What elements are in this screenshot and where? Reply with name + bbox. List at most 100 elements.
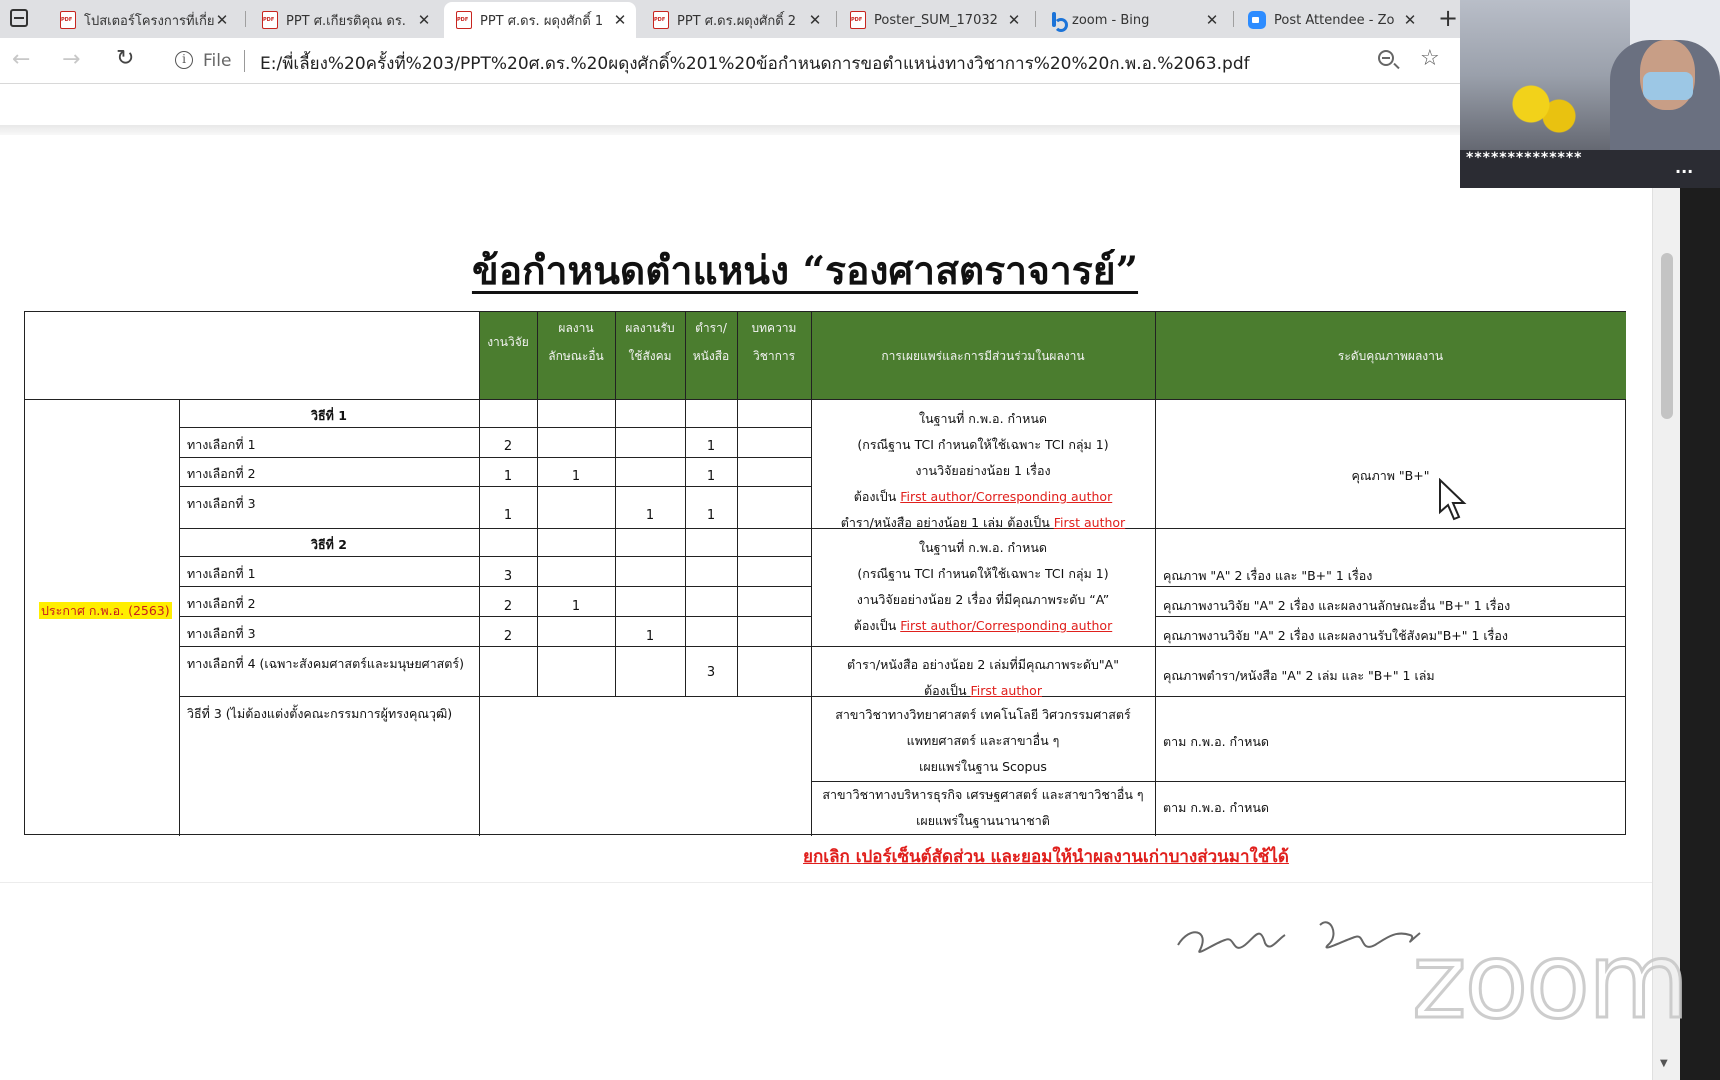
mouse-pointer-icon bbox=[1439, 478, 1467, 521]
table-cell-value: 3 bbox=[706, 665, 716, 680]
method-2-option-1: ทางเลือกที่ 1 bbox=[187, 566, 256, 581]
close-icon[interactable]: ✕ bbox=[612, 11, 628, 29]
table-cell-value: 1 bbox=[571, 469, 581, 484]
participant-name: ************** bbox=[1466, 150, 1583, 166]
header-dissemination: การเผยแพร่และการมีส่วนร่วมในผลงาน bbox=[881, 349, 1085, 363]
tab-strip: โปสเตอร์โครงการที่เกี่ยว ✕ PPT ศ.เกียรติ… bbox=[0, 0, 1460, 38]
table-cell-value: 1 bbox=[571, 599, 581, 614]
grid-line bbox=[179, 457, 811, 459]
address-separator bbox=[244, 50, 245, 72]
method-1-dissemination: ในฐานที่ ก.พ.อ. กำหนด (กรณีฐาน TCI กำหนด… bbox=[840, 411, 1126, 530]
method-1-label: วิธีที่ 1 bbox=[311, 408, 347, 423]
grid-line bbox=[685, 312, 687, 696]
url-field[interactable]: E:/พี่เลี้ยง%20ครั้งที่%203/PPT%20ศ.ดร.%… bbox=[260, 50, 1250, 77]
table-cell-value: 1 bbox=[706, 439, 716, 454]
bing-icon bbox=[1050, 11, 1068, 32]
grid-line bbox=[179, 616, 811, 618]
footer-note: ยกเลิก เปอร์เซ็นต์สัดส่วน และยอมให้นำผลง… bbox=[803, 847, 1289, 867]
forward-arrow-icon[interactable]: → bbox=[62, 47, 80, 72]
grid-line bbox=[179, 427, 811, 429]
method-2-label: วิธีที่ 2 bbox=[311, 537, 347, 552]
header-other-works: ผลงาน ลักษณะอื่น bbox=[548, 321, 604, 363]
method-2-quality-2: คุณภาพงานวิจัย "A" 2 เรื่อง และผลงานลักษ… bbox=[1163, 598, 1511, 613]
table-cell-value: 1 bbox=[706, 508, 716, 523]
tab-title: โปสเตอร์โครงการที่เกี่ยว bbox=[84, 13, 214, 29]
method-2-option-2: ทางเลือกที่ 2 bbox=[187, 596, 256, 611]
method-2-option-3: ทางเลือกที่ 3 bbox=[187, 626, 256, 641]
method-2-dissemination: ในฐานที่ ก.พ.อ. กำหนด (กรณีฐาน TCI กำหนด… bbox=[853, 540, 1113, 633]
back-arrow-icon[interactable]: ← bbox=[12, 47, 30, 72]
tab-pdf-5[interactable]: Poster_SUM_17032 ✕ bbox=[838, 2, 1030, 38]
favorite-star-icon[interactable]: ☆ bbox=[1420, 46, 1440, 71]
tab-pdf-4[interactable]: PPT ศ.ดร.ผดุงศักดิ์ 2 ✕ bbox=[641, 2, 831, 38]
table-cell-value: 1 bbox=[645, 629, 655, 644]
method-1-option-2: ทางเลือกที่ 2 bbox=[187, 466, 256, 481]
method-1-option-3: ทางเลือกที่ 3 bbox=[187, 496, 256, 511]
slide-title: ข้อกำหนดตำแหน่ง “รองศาสตราจารย์” bbox=[471, 248, 1139, 294]
grid-line bbox=[179, 646, 1626, 648]
method-2-quality-4: คุณภาพตำรา/หนังสือ "A" 2 เล่ม และ "B+" 1… bbox=[1163, 668, 1435, 683]
pdf-icon bbox=[456, 11, 472, 29]
table-cell-value: 2 bbox=[503, 439, 513, 454]
zoom-watermark: zoom bbox=[1410, 919, 1690, 1044]
reload-icon[interactable]: ↻ bbox=[116, 46, 134, 71]
scroll-down-arrow-icon[interactable]: ▼ bbox=[1660, 1058, 1668, 1069]
grid-line bbox=[1155, 616, 1626, 618]
tab-separator bbox=[1233, 11, 1234, 27]
pdf-icon bbox=[60, 11, 76, 29]
table-cell-value: 2 bbox=[503, 629, 513, 644]
grid-line bbox=[737, 312, 739, 696]
method-2-quality-3: คุณภาพงานวิจัย "A" 2 เรื่อง และผลงานรับใ… bbox=[1163, 628, 1508, 643]
table-cell-value: 1 bbox=[503, 469, 513, 484]
pdf-icon bbox=[850, 11, 866, 29]
info-icon[interactable]: i bbox=[175, 51, 193, 69]
file-scheme-label[interactable]: File bbox=[203, 51, 231, 71]
header-textbook: ตำรา/หนังสือ bbox=[692, 321, 730, 363]
method-1-quality: คุณภาพ "B+" bbox=[1351, 468, 1430, 483]
grid-line bbox=[179, 586, 811, 588]
more-options-icon[interactable]: ... bbox=[1675, 158, 1693, 177]
zoom-out-icon[interactable] bbox=[1378, 50, 1394, 66]
new-tab-button[interactable]: + bbox=[1438, 4, 1458, 32]
method-2-quality-1: คุณภาพ "A" 2 เรื่อง และ "B+" 1 เรื่อง bbox=[1163, 568, 1373, 583]
header-service-works: ผลงานรับ ใช้สังคม bbox=[625, 321, 675, 363]
tab-actions-icon[interactable] bbox=[10, 9, 28, 27]
close-icon[interactable]: ✕ bbox=[807, 11, 823, 29]
pdf-icon bbox=[262, 11, 278, 29]
tab-zoom[interactable]: Post Attendee - Zo ✕ bbox=[1236, 2, 1426, 38]
method-3-science-fields: สาขาวิชาทางวิทยาศาสตร์ เทคโนโลยี วิศวกรร… bbox=[835, 707, 1131, 774]
grid-line bbox=[615, 312, 617, 696]
tab-bing[interactable]: zoom - Bing ✕ bbox=[1038, 2, 1228, 38]
table-cell-value: 3 bbox=[503, 569, 513, 584]
tab-separator bbox=[1035, 11, 1036, 27]
header-article: บทความ วิชาการ bbox=[751, 321, 797, 363]
author-requirement-link: First author/Corresponding author bbox=[900, 618, 1113, 633]
page-divider bbox=[0, 882, 1652, 883]
tab-pdf-3-active[interactable]: PPT ศ.ดร. ผดุงศักดิ์ 1 ✕ bbox=[444, 2, 636, 38]
close-icon[interactable]: ✕ bbox=[416, 11, 432, 29]
zoom-icon bbox=[1248, 11, 1266, 29]
method-3-quality-science: ตาม ก.พ.อ. กำหนด bbox=[1163, 734, 1270, 749]
participant-video[interactable]: ************** ... bbox=[1460, 0, 1720, 188]
method-3-quality-business: ตาม ก.พ.อ. กำหนด bbox=[1163, 800, 1270, 815]
tab-title: PPT ศ.ดร.ผดุงศักดิ์ 2 bbox=[677, 13, 797, 29]
tab-pdf-2[interactable]: PPT ศ.เกียรติคุณ ดร. ✕ bbox=[250, 2, 440, 38]
table-cell-value: 1 bbox=[503, 508, 513, 523]
close-icon[interactable]: ✕ bbox=[1204, 11, 1220, 29]
grid-line bbox=[479, 312, 481, 836]
close-icon[interactable]: ✕ bbox=[1006, 11, 1022, 29]
grid-line bbox=[179, 556, 811, 558]
pdf-icon bbox=[653, 11, 669, 29]
first-author-link: First author bbox=[1053, 515, 1126, 530]
close-icon[interactable]: ✕ bbox=[1402, 11, 1418, 29]
address-toolbar: ← → ↻ i File E:/พี่เลี้ยง%20ครั้งที่%203… bbox=[0, 38, 1460, 84]
header-research: งานวิจัย bbox=[487, 335, 529, 349]
close-icon[interactable]: ✕ bbox=[214, 11, 230, 29]
method-2-option-4-dissemination: ตำรา/หนังสือ อย่างน้อย 2 เล่มที่มีคุณภาพ… bbox=[847, 657, 1119, 698]
grid-line bbox=[179, 486, 811, 488]
tab-pdf-1[interactable]: โปสเตอร์โครงการที่เกี่ยว ✕ bbox=[48, 2, 238, 38]
video-face-mask bbox=[1643, 72, 1693, 100]
tab-title: zoom - Bing bbox=[1072, 12, 1150, 28]
grid-line bbox=[179, 399, 181, 836]
scrollbar-thumb[interactable] bbox=[1661, 253, 1673, 419]
